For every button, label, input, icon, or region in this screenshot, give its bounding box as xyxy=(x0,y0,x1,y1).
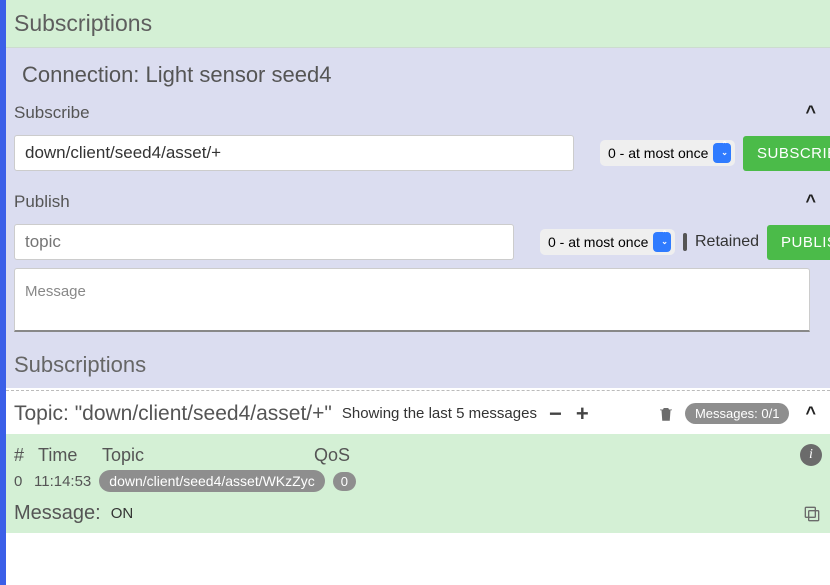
publish-topic-input[interactable] xyxy=(14,224,514,260)
subscriptions-section-title: Subscriptions xyxy=(6,342,830,388)
subscribe-topic-input[interactable] xyxy=(14,135,574,171)
copy-icon[interactable] xyxy=(802,504,822,524)
row-qos-pill: 0 xyxy=(333,472,356,491)
messages-count-badge: Messages: 0/1 xyxy=(685,403,790,424)
subscribe-button[interactable]: SUBSCRIBE xyxy=(743,136,830,171)
publish-message-input[interactable]: Message xyxy=(14,268,810,332)
message-label: Message: xyxy=(14,502,101,525)
publish-qos-select[interactable]: 0 - at most once xyxy=(540,229,675,255)
subscribe-qos-select[interactable]: 0 - at most once xyxy=(600,140,735,166)
message-value: ON xyxy=(111,505,134,522)
row-topic-pill: down/client/seed4/asset/WKzZyc xyxy=(99,470,324,492)
divider xyxy=(6,390,830,391)
col-qos: QoS xyxy=(314,445,350,466)
plus-icon[interactable]: + xyxy=(574,403,591,425)
row-index: 0 xyxy=(14,473,26,490)
col-index: # xyxy=(14,445,26,466)
retained-checkbox[interactable] xyxy=(683,233,687,251)
info-icon[interactable]: i xyxy=(800,444,822,466)
publish-label: Publish xyxy=(14,192,70,212)
subscribe-label: Subscribe xyxy=(14,103,90,123)
col-time: Time xyxy=(38,445,90,466)
minus-icon[interactable]: − xyxy=(547,403,564,425)
chevron-up-icon[interactable]: ^ xyxy=(799,100,822,125)
retained-label: Retained xyxy=(695,233,759,251)
chevron-up-icon[interactable]: ^ xyxy=(799,401,822,426)
col-topic: Topic xyxy=(102,445,302,466)
table-row: 0 11:14:53 down/client/seed4/asset/WKzZy… xyxy=(14,470,822,492)
chevron-up-icon[interactable]: ^ xyxy=(799,189,822,214)
publish-button[interactable]: PUBLISH xyxy=(767,225,830,260)
topic-label: Topic: "down/client/seed4/asset/+" xyxy=(14,402,332,426)
trash-icon[interactable] xyxy=(657,404,675,424)
last-messages-info: Showing the last 5 messages xyxy=(342,405,537,422)
connection-title: Connection: Light sensor seed4 xyxy=(14,48,822,96)
page-title: Subscriptions xyxy=(14,10,822,37)
message-table-header: # Time Topic QoS i xyxy=(14,440,822,470)
row-time: 11:14:53 xyxy=(34,473,91,490)
